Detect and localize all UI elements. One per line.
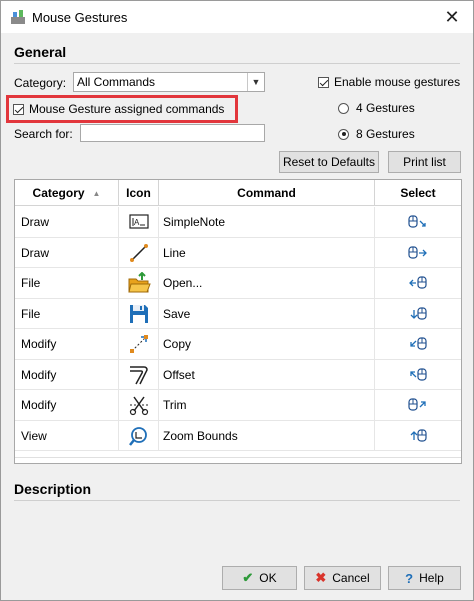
annotation-highlight-box [6, 95, 238, 123]
cancel-x-icon: ✖ [315, 570, 327, 585]
category-select-value: All Commands [77, 75, 156, 89]
offset-icon [129, 365, 148, 384]
commands-table: Category ▲ Icon Command Select Draw A Sim… [14, 179, 462, 464]
ok-button[interactable]: ✔ OK [222, 566, 297, 590]
gestures-4-label: 4 Gestures [356, 101, 415, 115]
table-row[interactable]: Draw Line [15, 237, 461, 268]
row-category: File [15, 298, 119, 329]
table-header: Category ▲ Icon Command Select [15, 180, 461, 206]
enable-gestures-label: Enable mouse gestures [334, 75, 461, 89]
enable-gestures-checkbox[interactable]: Enable mouse gestures [318, 75, 460, 89]
svg-text:A: A [134, 218, 140, 227]
row-command: Zoom Bounds [159, 420, 375, 451]
line-icon [129, 243, 148, 262]
open-folder-icon [127, 272, 151, 293]
row-category: Modify [15, 390, 119, 420]
gesture-down-right-icon[interactable] [408, 215, 428, 229]
table-row[interactable]: File Open... [15, 268, 461, 299]
table-row[interactable]: Modify Offset [15, 359, 461, 390]
table-row[interactable]: Modify Copy [15, 329, 461, 360]
mouse-gestures-dialog: Mouse Gestures ✕ General Category: All C… [0, 0, 474, 601]
help-question-icon: ? [405, 570, 414, 586]
row-category: Modify [15, 359, 119, 390]
ok-label: OK [259, 571, 277, 585]
row-command: Copy [159, 329, 375, 359]
column-header-icon[interactable]: Icon [119, 180, 159, 206]
save-icon [129, 304, 148, 323]
gesture-up-left-icon[interactable] [408, 367, 428, 382]
column-header-select[interactable]: Select [375, 180, 461, 206]
reset-to-defaults-button[interactable]: Reset to Defaults [279, 151, 379, 173]
search-input[interactable] [80, 124, 265, 142]
close-button[interactable]: ✕ [439, 5, 465, 29]
general-heading: General [14, 44, 67, 60]
description-divider [14, 500, 460, 501]
gesture-down-left-icon[interactable] [408, 306, 428, 321]
help-label: Help [419, 571, 444, 585]
simplenote-icon: A [128, 214, 149, 229]
gesture-right-icon[interactable] [408, 245, 428, 260]
row-command: Trim [159, 390, 375, 420]
category-label: Category: [14, 76, 67, 90]
gesture-left-icon[interactable] [408, 276, 428, 290]
row-command: Offset [159, 359, 375, 390]
enable-gestures-check-box-icon[interactable] [318, 76, 329, 88]
row-command: Save [159, 298, 375, 329]
column-header-category[interactable]: Category ▲ [15, 180, 119, 206]
category-header-label: Category [32, 186, 85, 200]
app-icon [11, 10, 25, 24]
table-row[interactable]: Draw A SimpleNote [15, 207, 461, 238]
row-category: File [15, 268, 119, 298]
row-category: Draw [15, 207, 119, 237]
print-list-button[interactable]: Print list [388, 151, 461, 173]
zoom-bounds-icon [128, 426, 147, 446]
gestures-8-radio-icon[interactable] [338, 128, 349, 140]
description-heading: Description [14, 481, 92, 497]
search-label: Search for: [14, 127, 73, 141]
sort-ascending-icon: ▲ [92, 189, 101, 198]
column-header-command[interactable]: Command [159, 180, 375, 206]
gestures-8-label: 8 Gestures [356, 127, 415, 141]
trim-icon [129, 396, 148, 416]
window-title: Mouse Gestures [32, 9, 128, 25]
title-bar: Mouse Gestures ✕ [1, 1, 473, 33]
row-category: View [15, 420, 119, 451]
table-row[interactable]: Modify Trim [15, 390, 461, 421]
gesture-up-left-icon[interactable] [408, 428, 428, 443]
cancel-label: Cancel [332, 571, 370, 585]
gestures-4-radio[interactable]: 4 Gestures [338, 101, 415, 115]
row-category: Draw [15, 237, 119, 268]
table-row[interactable]: View Zoom Bounds [15, 420, 461, 451]
copy-icon [129, 335, 148, 353]
chevron-down-icon[interactable]: ▼ [247, 73, 264, 91]
table-row[interactable]: File Save [15, 298, 461, 329]
row-command: SimpleNote [159, 207, 375, 237]
gesture-up-right-icon[interactable] [408, 398, 428, 412]
row-command: Line [159, 237, 375, 268]
category-select[interactable]: All Commands ▼ [73, 72, 265, 92]
general-divider [14, 63, 460, 64]
gestures-8-radio[interactable]: 8 Gestures [338, 127, 415, 141]
row-category: Modify [15, 329, 119, 359]
gestures-4-radio-icon[interactable] [338, 102, 349, 114]
checkmark-icon: ✔ [242, 570, 254, 585]
help-button[interactable]: ? Help [388, 566, 461, 590]
horizontal-scrollbar-track[interactable] [15, 457, 461, 458]
gesture-down-left-icon[interactable] [408, 337, 428, 351]
cancel-button[interactable]: ✖ Cancel [304, 566, 381, 590]
row-command: Open... [159, 268, 375, 298]
